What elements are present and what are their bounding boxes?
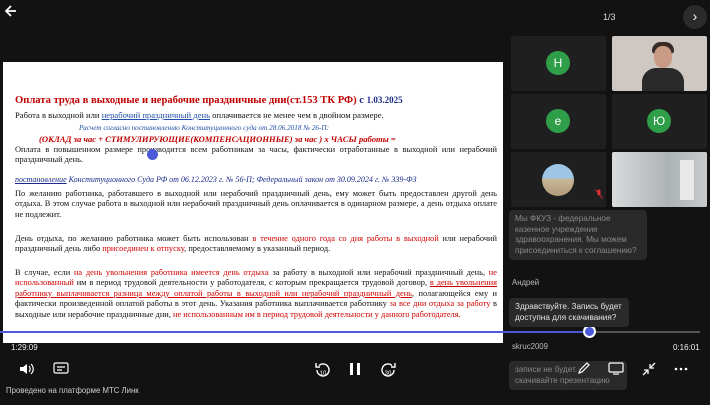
slide-line-2: Работа в выходной или нерабочий празднич… bbox=[15, 110, 384, 120]
avatar: Н bbox=[546, 51, 570, 75]
subtitles-icon bbox=[53, 362, 69, 374]
participant-video bbox=[654, 46, 672, 68]
avatar: е bbox=[546, 109, 570, 133]
participant-tile-4[interactable]: Ю bbox=[612, 94, 707, 149]
back-button[interactable] bbox=[4, 4, 22, 18]
chat-author: skruc2009 bbox=[512, 342, 548, 351]
building-avatar bbox=[542, 164, 574, 196]
mic-off-icon bbox=[595, 189, 603, 201]
rewind-label: 10 bbox=[319, 371, 327, 377]
platform-footer: Проведено на платформе МТС Линк bbox=[6, 386, 139, 395]
participant-tile-6[interactable] bbox=[612, 152, 707, 207]
more-button[interactable] bbox=[673, 362, 689, 379]
participant-tile-3[interactable]: е bbox=[511, 94, 606, 149]
slide-title: Оплата труда в выходные и нерабочие праз… bbox=[15, 95, 403, 106]
forward-button[interactable]: 30 bbox=[378, 360, 398, 380]
page-counter: 1/3 bbox=[603, 12, 616, 22]
rewind-button[interactable]: 10 bbox=[313, 360, 333, 380]
slide-paragraph-1: Оплата в повышенном размере производится… bbox=[15, 145, 497, 165]
draw-button[interactable] bbox=[576, 361, 592, 378]
slide-paragraph-5: В случае, если на день увольнения работн… bbox=[15, 268, 497, 319]
screen-icon bbox=[608, 362, 624, 375]
slide-paragraph-4: День отдыха, по желанию работника может … bbox=[15, 234, 497, 254]
progress-track[interactable] bbox=[507, 331, 700, 333]
time-remaining: 0:16:01 bbox=[673, 343, 700, 352]
forward-label: 30 bbox=[384, 371, 392, 377]
slide-paragraph-3: По желанию работника, работавшего в выхо… bbox=[15, 189, 497, 219]
slide-pointer-line bbox=[0, 331, 507, 333]
volume-button[interactable] bbox=[18, 362, 36, 379]
avatar: Ю bbox=[647, 109, 671, 133]
chevron-right-icon: › bbox=[692, 8, 698, 24]
more-icon bbox=[674, 367, 688, 371]
slide-paragraph-2: постановление Конституционного Суда РФ о… bbox=[15, 175, 417, 184]
chat-message-2: Здравствуйте. Запись будет доступна для … bbox=[509, 298, 629, 327]
collapse-icon bbox=[642, 362, 656, 376]
presentation-slide: Оплата труда в выходные и нерабочие праз… bbox=[3, 62, 503, 343]
next-slide-button[interactable]: › bbox=[683, 5, 707, 29]
pause-button[interactable] bbox=[347, 362, 363, 379]
screen-button[interactable] bbox=[607, 362, 625, 378]
pencil-icon bbox=[578, 362, 590, 374]
volume-icon bbox=[20, 363, 34, 375]
pause-icon bbox=[350, 363, 360, 375]
slide-line-3: Расчет согласно постановлению Конституци… bbox=[79, 124, 329, 132]
participant-tile-1[interactable]: Н bbox=[511, 36, 606, 91]
collapse-button[interactable] bbox=[641, 362, 657, 379]
pointer-dot bbox=[147, 149, 158, 160]
back-arrow-icon bbox=[4, 5, 16, 17]
time-elapsed: 1:29:09 bbox=[11, 343, 38, 352]
slide-formula: (ОКЛАД за час + СТИМУЛИРУЮЩИЕ(КОМПЕНСАЦИ… bbox=[39, 134, 396, 144]
progress-fill bbox=[507, 331, 589, 333]
participant-tile-2[interactable] bbox=[612, 36, 707, 91]
participant-tile-5[interactable] bbox=[511, 152, 606, 207]
chat-author: Андрей bbox=[512, 278, 540, 287]
subtitles-button[interactable] bbox=[52, 362, 70, 379]
chat-message-1: Мы ФКУЗ - федеральное казенное учреждени… bbox=[509, 210, 647, 260]
